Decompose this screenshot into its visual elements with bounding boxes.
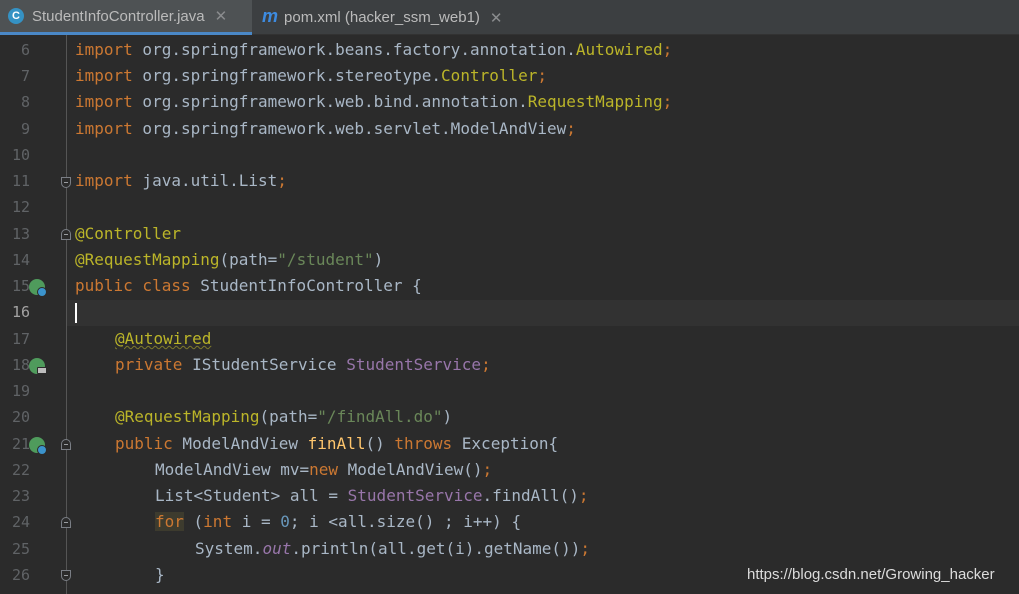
- autowired-injection-icon[interactable]: [29, 358, 47, 374]
- line-number: 14: [11, 251, 30, 269]
- line-number: 23: [11, 487, 30, 505]
- request-mapping-endpoint-icon[interactable]: [29, 437, 47, 455]
- line-number: 22: [11, 461, 30, 479]
- code-line-22: ModelAndView mv=new ModelAndView();: [155, 460, 493, 479]
- code-line-21: public ModelAndView finAll() throws Exce…: [115, 434, 559, 453]
- current-line-highlight: [67, 300, 1019, 326]
- code-editor[interactable]: 6 7 8 9 10 11 12 13 14 15 16 17 18 19 20…: [0, 35, 1019, 594]
- fold-toggle-icon[interactable]: [61, 439, 71, 450]
- fold-toggle-icon[interactable]: [61, 517, 71, 528]
- java-class-icon: C: [8, 8, 24, 24]
- code-line-24: for (int i = 0; i <all.size() ; i++) {: [155, 512, 522, 531]
- close-icon[interactable]: ✕: [215, 7, 228, 25]
- gutter-divider: [66, 35, 67, 594]
- maven-icon: m: [262, 6, 279, 26]
- line-number: 10: [11, 146, 30, 164]
- code-line-7: import org.springframework.stereotype.Co…: [75, 66, 548, 85]
- line-number: 21: [11, 435, 30, 453]
- text-cursor: [75, 303, 77, 323]
- line-number: 15: [11, 277, 30, 295]
- tab-label: StudentInfoController.java: [32, 7, 205, 25]
- line-number: 20: [11, 408, 30, 426]
- line-number: 19: [11, 382, 30, 400]
- line-number: 11: [11, 172, 30, 190]
- fold-toggle-icon[interactable]: [61, 229, 71, 240]
- line-number: 6: [20, 41, 30, 59]
- line-number: 24: [11, 513, 30, 531]
- editor-tab-bar: C StudentInfoController.java ✕ m pom.xml…: [0, 0, 1019, 35]
- code-line-17: @Autowired: [115, 329, 212, 348]
- line-number: 16: [11, 303, 30, 321]
- line-number: 18: [11, 356, 30, 374]
- watermark-url: https://blog.csdn.net/Growing_hacker: [747, 566, 995, 583]
- code-line-8: import org.springframework.web.bind.anno…: [75, 92, 673, 111]
- line-number: 9: [20, 120, 30, 138]
- code-line-14: @RequestMapping(path="/student"): [75, 250, 384, 269]
- code-line-20: @RequestMapping(path="/findAll.do"): [115, 407, 453, 426]
- code-line-11: import java.util.List;: [75, 171, 287, 190]
- code-line-18: private IStudentService StudentService;: [115, 355, 491, 374]
- line-number: 12: [11, 198, 30, 216]
- tab-label: pom.xml (hacker_ssm_web1): [284, 9, 480, 26]
- code-line-6: import org.springframework.beans.factory…: [75, 40, 673, 59]
- fold-toggle-icon[interactable]: [61, 570, 71, 581]
- line-number: 8: [20, 93, 30, 111]
- code-line-26: }: [155, 565, 165, 584]
- code-line-9: import org.springframework.web.servlet.M…: [75, 119, 576, 138]
- code-line-25: System.out.println(all.get(i).getName())…: [195, 539, 590, 558]
- line-number: 7: [20, 67, 30, 85]
- code-line-13: @Controller: [75, 224, 181, 243]
- fold-toggle-icon[interactable]: [61, 177, 71, 188]
- line-number: 13: [11, 225, 30, 243]
- line-number: 26: [11, 566, 30, 584]
- spring-bean-icon[interactable]: [29, 279, 47, 297]
- code-line-23: List<Student> all = StudentService.findA…: [155, 486, 589, 505]
- line-number: 25: [11, 540, 30, 558]
- code-line-15: public class StudentInfoController {: [75, 276, 422, 295]
- line-number: 17: [11, 330, 30, 348]
- close-icon[interactable]: ✕: [490, 9, 503, 27]
- tab-pom-xml[interactable]: m pom.xml (hacker_ssm_web1) ✕: [254, 0, 524, 35]
- tab-student-info-controller[interactable]: C StudentInfoController.java ✕: [0, 0, 252, 35]
